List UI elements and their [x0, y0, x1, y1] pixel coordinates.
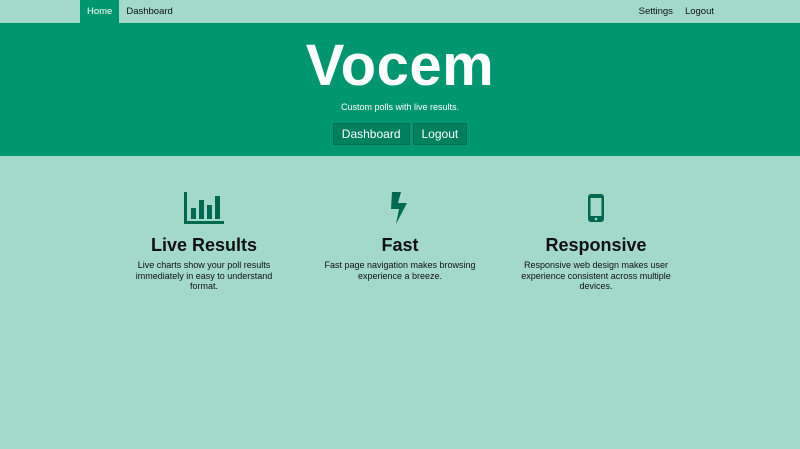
feature-responsive: Responsive Responsive web design makes u… [511, 190, 681, 292]
logout-button[interactable]: Logout [412, 123, 468, 145]
hero-button-group: Dashboard Logout [0, 123, 800, 145]
feature-description: Responsive web design makes user experie… [521, 260, 671, 291]
nav-logout-link[interactable]: Logout [679, 0, 720, 23]
feature-title: Fast [381, 235, 419, 255]
nav-right-group: Settings Logout [633, 0, 720, 23]
nav-settings-link[interactable]: Settings [633, 0, 679, 23]
app-title: Vocem [305, 33, 495, 98]
feature-fast: Fast Fast page navigation makes browsing… [315, 190, 485, 281]
bar-chart-icon [184, 192, 224, 224]
lightning-bolt-icon [391, 192, 407, 224]
nav-dashboard-link[interactable]: Dashboard [119, 0, 179, 23]
nav-left-group: Home Dashboard [80, 0, 180, 23]
feature-title: Responsive [545, 235, 647, 255]
app-subtitle: Custom polls with live results. [340, 102, 460, 112]
nav-home-link[interactable]: Home [80, 0, 120, 23]
feature-live-results: Live Results Live charts show your poll … [119, 190, 289, 292]
dashboard-button[interactable]: Dashboard [332, 123, 410, 145]
top-navbar: Home Dashboard Settings Logout [0, 0, 800, 23]
mobile-phone-icon [588, 194, 604, 222]
feature-title: Live Results [150, 235, 258, 255]
feature-description: Live charts show your poll results immed… [135, 260, 273, 291]
hero-banner: Vocem Custom polls with live results. Da… [0, 23, 800, 156]
feature-description: Fast page navigation makes browsing expe… [324, 260, 476, 281]
